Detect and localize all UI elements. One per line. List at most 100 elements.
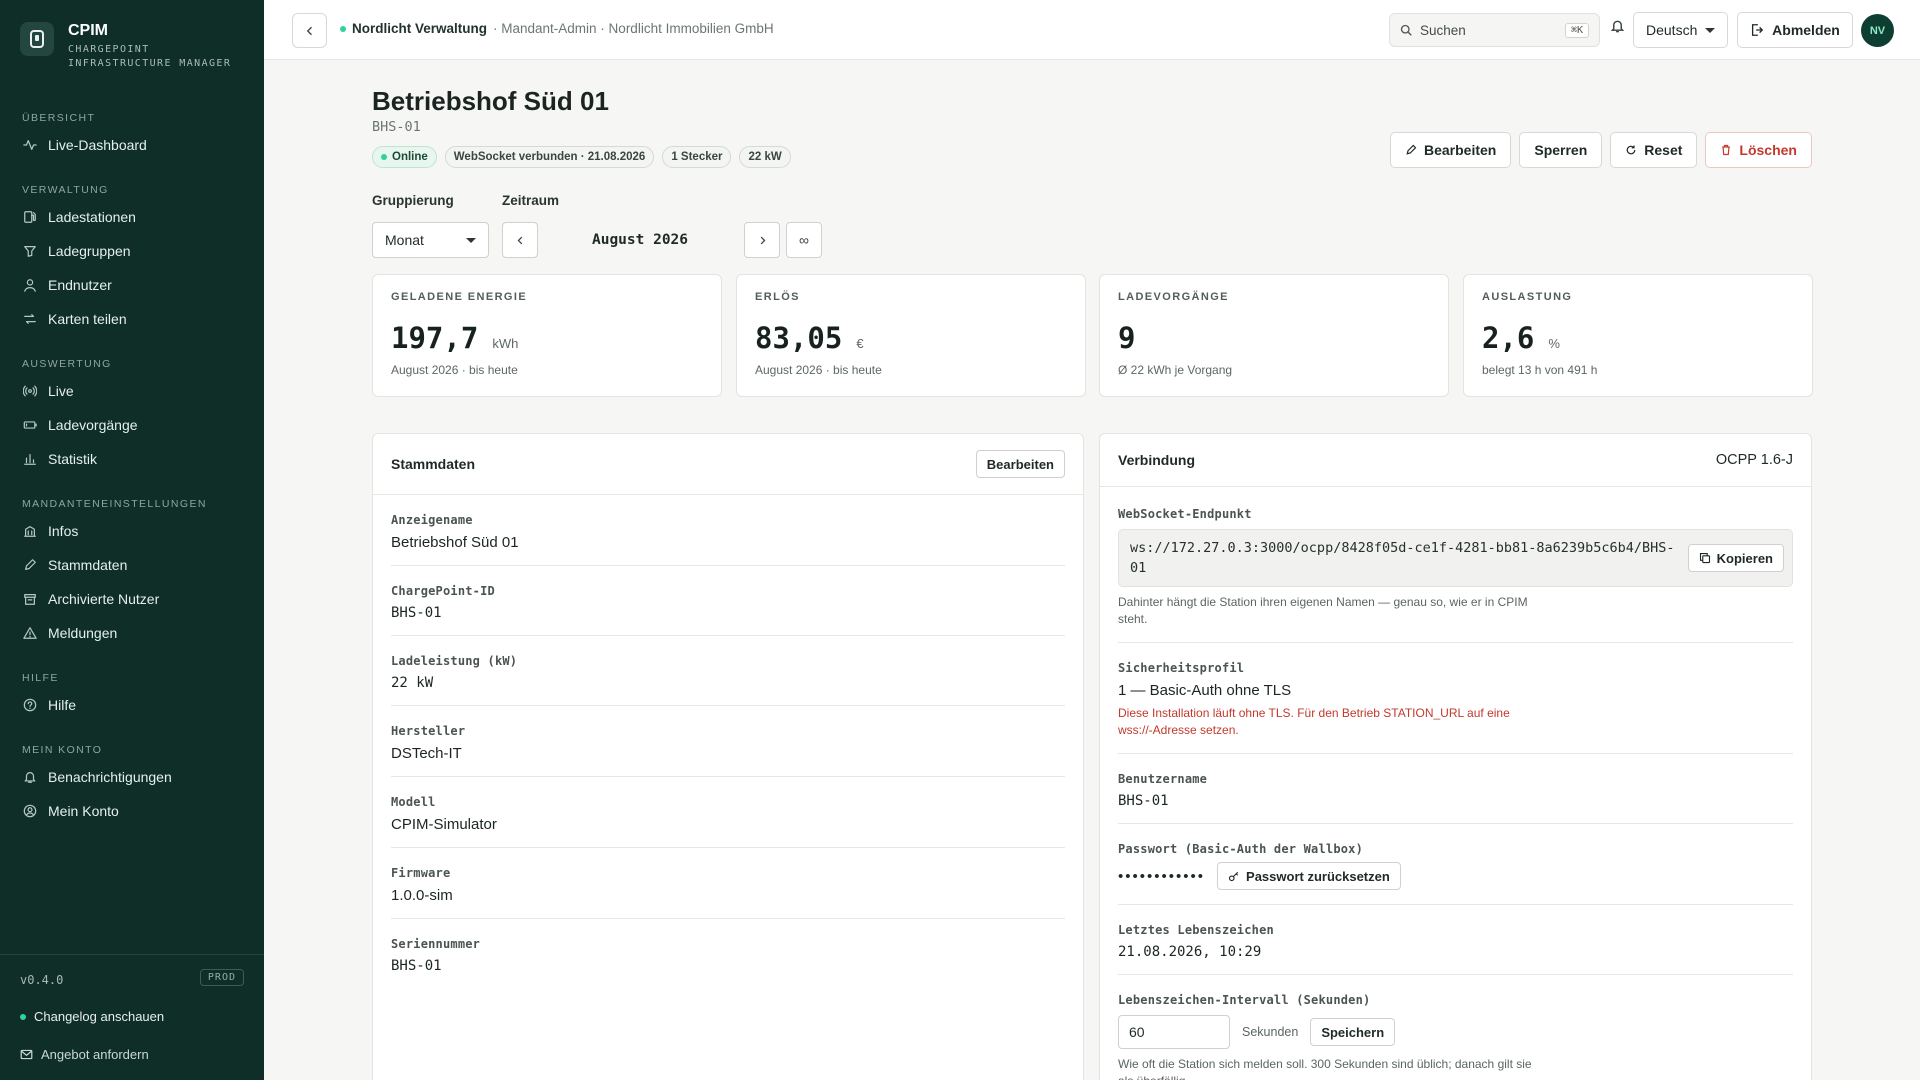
- password-field: Passwort (Basic-Auth der Wallbox) ••••••…: [1118, 824, 1793, 905]
- sidebar-item-infos[interactable]: Infos: [0, 514, 264, 548]
- notifications-bell-icon[interactable]: [1610, 18, 1625, 37]
- period-display: August 2026: [591, 232, 689, 248]
- sidebar-item-label: Archivierte Nutzer: [48, 591, 160, 607]
- endpoint-url[interactable]: ws://172.27.0.3:3000/ocpp/8428f05d-ce1f-…: [1130, 538, 1678, 578]
- org-name[interactable]: Nordlicht Verwaltung: [352, 21, 487, 36]
- field-label: Sicherheitsprofil: [1118, 661, 1245, 675]
- security-warning: Diese Installation läuft ohne TLS. Für d…: [1118, 706, 1510, 737]
- sidebar-item-karten-teilen[interactable]: Karten teilen: [0, 302, 264, 336]
- sidebar-item-label: Live: [48, 383, 74, 399]
- connection-header: Verbindung OCPP 1.6-J: [1100, 434, 1811, 487]
- sidebar-item-label: Statistik: [48, 451, 98, 467]
- field-label: Modell: [391, 795, 436, 809]
- sidebar-item-live-dashboard[interactable]: Live-Dashboard: [0, 128, 264, 162]
- interval-hint: Wie oft die Station sich melden soll. 30…: [1118, 1057, 1532, 1080]
- sidebar-item-label: Infos: [48, 523, 79, 539]
- online-dot-icon: [381, 154, 387, 160]
- offer-link[interactable]: Angebot anfordern: [20, 1047, 149, 1062]
- app-title: CPIM: [68, 22, 108, 39]
- security-field: Sicherheitsprofil 1 — Basic-Auth ohne TL…: [1118, 643, 1793, 754]
- copy-button[interactable]: Kopieren: [1687, 544, 1784, 572]
- charger-icon: [22, 209, 38, 225]
- interval-unit: Sekunden: [1242, 1025, 1299, 1039]
- mail-icon: [20, 1049, 33, 1060]
- language-select[interactable]: Deutsch: [1633, 12, 1728, 48]
- sidebar-item-label: Benachrichtigungen: [48, 769, 172, 785]
- changelog-link[interactable]: Changelog anschauen: [20, 1009, 164, 1024]
- field-label: Benutzername: [1118, 772, 1208, 786]
- logout-label: Abmelden: [1772, 22, 1840, 38]
- kpi-footnote: August 2026 · bis heute: [755, 363, 882, 377]
- endpoint-box: ws://172.27.0.3:3000/ocpp/8428f05d-ce1f-…: [1118, 529, 1793, 587]
- sidebar-item-ladegruppen[interactable]: Ladegruppen: [0, 234, 264, 268]
- station-actions: Bearbeiten Sperren Reset Löschen: [1390, 132, 1812, 168]
- all-time-button[interactable]: ∞: [786, 222, 822, 258]
- reset-button[interactable]: Reset: [1610, 132, 1698, 168]
- field-label: Ladeleistung (kW): [391, 654, 518, 668]
- field-label: Seriennummer: [391, 937, 481, 951]
- kpi-footnote: belegt 13 h von 491 h: [1482, 363, 1598, 377]
- kpi-label: ERLÖS: [755, 291, 800, 303]
- lock-label: Sperren: [1534, 142, 1588, 158]
- logout-icon: [1752, 24, 1764, 36]
- kpi-unit: %: [1548, 336, 1560, 351]
- save-interval-button[interactable]: Speichern: [1310, 1018, 1396, 1046]
- kpi-card-sessions: LADEVORGÄNGE 9 Ø 22 kWh je Vorgang: [1099, 274, 1449, 397]
- kpi-unit: kWh: [492, 336, 519, 351]
- sidebar-item-hilfe[interactable]: Hilfe: [0, 688, 264, 722]
- nav-section-title: MANDANTENEINSTELLUNGEN: [22, 498, 207, 510]
- master-data-edit-button[interactable]: Bearbeiten: [975, 450, 1065, 478]
- back-button[interactable]: [292, 13, 327, 48]
- chevron-left-icon: [517, 236, 522, 244]
- bell-icon: [22, 769, 38, 785]
- logout-button[interactable]: Abmelden: [1737, 12, 1853, 48]
- prev-period-button[interactable]: [502, 222, 538, 258]
- sidebar-item-label: Endnutzer: [48, 277, 112, 293]
- env-badge: PROD: [199, 969, 244, 986]
- trash-icon: [1722, 144, 1731, 156]
- edit-button[interactable]: Bearbeiten: [1390, 132, 1512, 168]
- sidebar-item-stammdaten[interactable]: Stammdaten: [0, 548, 264, 582]
- sidebar-item-ladevorgänge[interactable]: Ladevorgänge: [0, 408, 264, 442]
- avatar[interactable]: NV: [1861, 14, 1894, 47]
- building-icon: [22, 523, 38, 539]
- search-input[interactable]: Suchen ⌘K: [1389, 13, 1600, 47]
- interval-input[interactable]: 60: [1118, 1015, 1230, 1049]
- help-icon: [22, 697, 38, 713]
- lock-button[interactable]: Sperren: [1519, 132, 1603, 168]
- sidebar-item-live[interactable]: Live: [0, 374, 264, 408]
- password-reset-button[interactable]: Passwort zurücksetzen: [1217, 862, 1401, 890]
- password-mask: ••••••••••••: [1118, 867, 1206, 885]
- grouping-select[interactable]: Monat: [372, 222, 489, 258]
- broadcast-icon: [22, 383, 38, 399]
- sidebar-item-archivierte-nutzer[interactable]: Archivierte Nutzer: [0, 582, 264, 616]
- sidebar-item-benachrichtigungen[interactable]: Benachrichtigungen: [0, 760, 264, 794]
- kpi-unit: €: [856, 336, 864, 351]
- sidebar-item-ladestationen[interactable]: Ladestationen: [0, 200, 264, 234]
- nav-section-title: ÜBERSICHT: [22, 112, 96, 124]
- master-field: Firmware 1.0.0-sim: [391, 848, 1065, 919]
- sidebar-item-mein-konto[interactable]: Mein Konto: [0, 794, 264, 828]
- pencil-icon: [22, 557, 38, 573]
- delete-button[interactable]: Löschen: [1705, 132, 1812, 168]
- next-period-button[interactable]: [744, 222, 780, 258]
- field-value: Betriebshof Süd 01: [391, 534, 519, 551]
- master-field: Hersteller DSTech-IT: [391, 706, 1065, 777]
- chevron-down-icon: [1705, 27, 1716, 33]
- sidebar-item-label: Hilfe: [48, 697, 77, 713]
- search-placeholder: Suchen: [1420, 22, 1466, 38]
- sidebar-item-meldungen[interactable]: Meldungen: [0, 616, 264, 650]
- heartbeat-value: 21.08.2026, 10:29: [1118, 944, 1262, 960]
- websocket-badge: WebSocket verbunden · 21.08.2026: [444, 146, 655, 168]
- sidebar-item-statistik[interactable]: Statistik: [0, 442, 264, 476]
- kpi-label: AUSLASTUNG: [1482, 291, 1573, 303]
- master-field: Seriennummer BHS-01: [391, 919, 1065, 988]
- delete-label: Löschen: [1739, 142, 1797, 158]
- sidebar-item-label: Ladegruppen: [48, 243, 131, 259]
- sidebar-footer: v0.4.0 PROD Changelog anschauen Angebot …: [0, 954, 264, 1080]
- new-dot-icon: [20, 1013, 26, 1020]
- nav-section-title: HILFE: [22, 672, 59, 684]
- endpoint-hint: Dahinter hängt die Station ihren eigenen…: [1118, 595, 1528, 626]
- sidebar-item-endnutzer[interactable]: Endnutzer: [0, 268, 264, 302]
- master-data-fields: Anzeigename Betriebshof Süd 01 ChargePoint…: [373, 495, 1083, 988]
